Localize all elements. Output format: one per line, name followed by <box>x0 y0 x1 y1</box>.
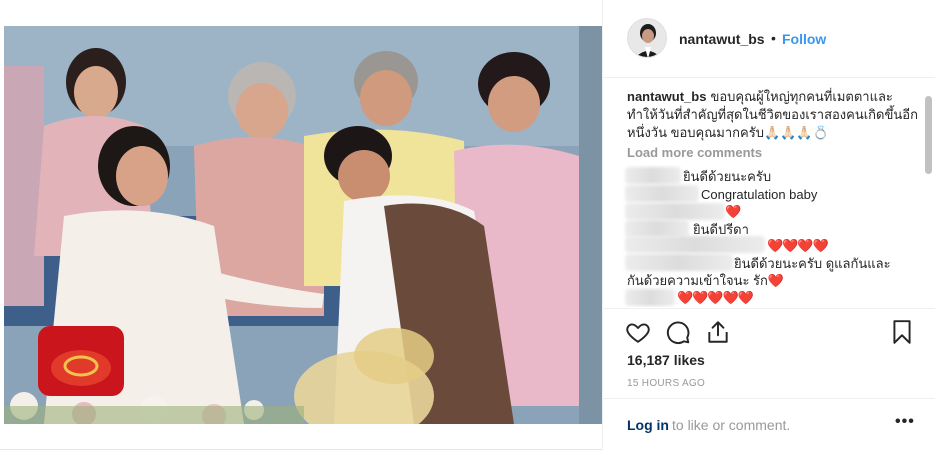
redacted-username <box>625 236 765 253</box>
redacted-username <box>625 220 689 237</box>
comment-text: ❤️❤️❤️❤️❤️ <box>677 290 754 305</box>
caption: nantawut_bs ขอบคุณผู้ใหญ่ทุกคนที่เมตตาและ… <box>627 88 919 142</box>
follow-button[interactable]: Follow <box>782 31 826 47</box>
login-row: Log in to like or comment. ••• <box>603 398 935 450</box>
post-side-panel: nantawut_bs • Follow nantawut_bs ขอบคุณผู… <box>602 0 935 450</box>
share-icon[interactable] <box>705 319 731 345</box>
redacted-username <box>625 254 733 271</box>
post-photo[interactable] <box>4 26 602 424</box>
redacted-username <box>625 185 699 202</box>
comment-text: ยินดีด้วยนะครับ ดูแลกันและ <box>734 256 891 271</box>
comment-text: ยินดีด้วยนะครับ <box>683 169 772 184</box>
post-card: nantawut_bs • Follow nantawut_bs ขอบคุณผู… <box>0 0 935 450</box>
wedding-photo <box>4 26 602 424</box>
redacted-username <box>625 167 681 184</box>
comments-scrollbar-thumb[interactable] <box>925 96 932 174</box>
comment-text: Congratulation baby <box>701 187 818 202</box>
header-separator: • <box>771 30 776 46</box>
post-timestamp[interactable]: 15 HOURS AGO <box>627 378 705 389</box>
login-prompt-text: to like or comment. <box>672 417 791 433</box>
header-username[interactable]: nantawut_bs <box>679 31 765 47</box>
redacted-username <box>625 289 675 306</box>
comment-text: ❤️ <box>725 204 741 219</box>
more-options-icon[interactable]: ••• <box>895 413 915 431</box>
comments-list[interactable]: nantawut_bs ขอบคุณผู้ใหญ่ทุกคนที่เมตตาและ… <box>603 79 925 307</box>
avatar-image <box>628 19 666 57</box>
comment-icon[interactable] <box>665 319 691 345</box>
comment-text: กันด้วยความเข้าใจนะ รัก❤️ <box>627 273 785 288</box>
heart-icon[interactable] <box>625 319 651 345</box>
likes-count[interactable]: 16,187 likes <box>627 352 705 368</box>
post-header: nantawut_bs • Follow <box>603 0 935 78</box>
caption-username[interactable]: nantawut_bs <box>627 89 706 104</box>
redacted-username <box>625 203 725 220</box>
login-link[interactable]: Log in <box>627 417 669 433</box>
comment-text: ❤️❤️❤️❤️ <box>767 238 829 253</box>
avatar[interactable] <box>627 18 667 58</box>
post-actions: 16,187 likes 15 HOURS AGO <box>603 308 935 398</box>
load-more-comments[interactable]: Load more comments <box>627 145 762 160</box>
bookmark-icon[interactable] <box>889 319 915 345</box>
